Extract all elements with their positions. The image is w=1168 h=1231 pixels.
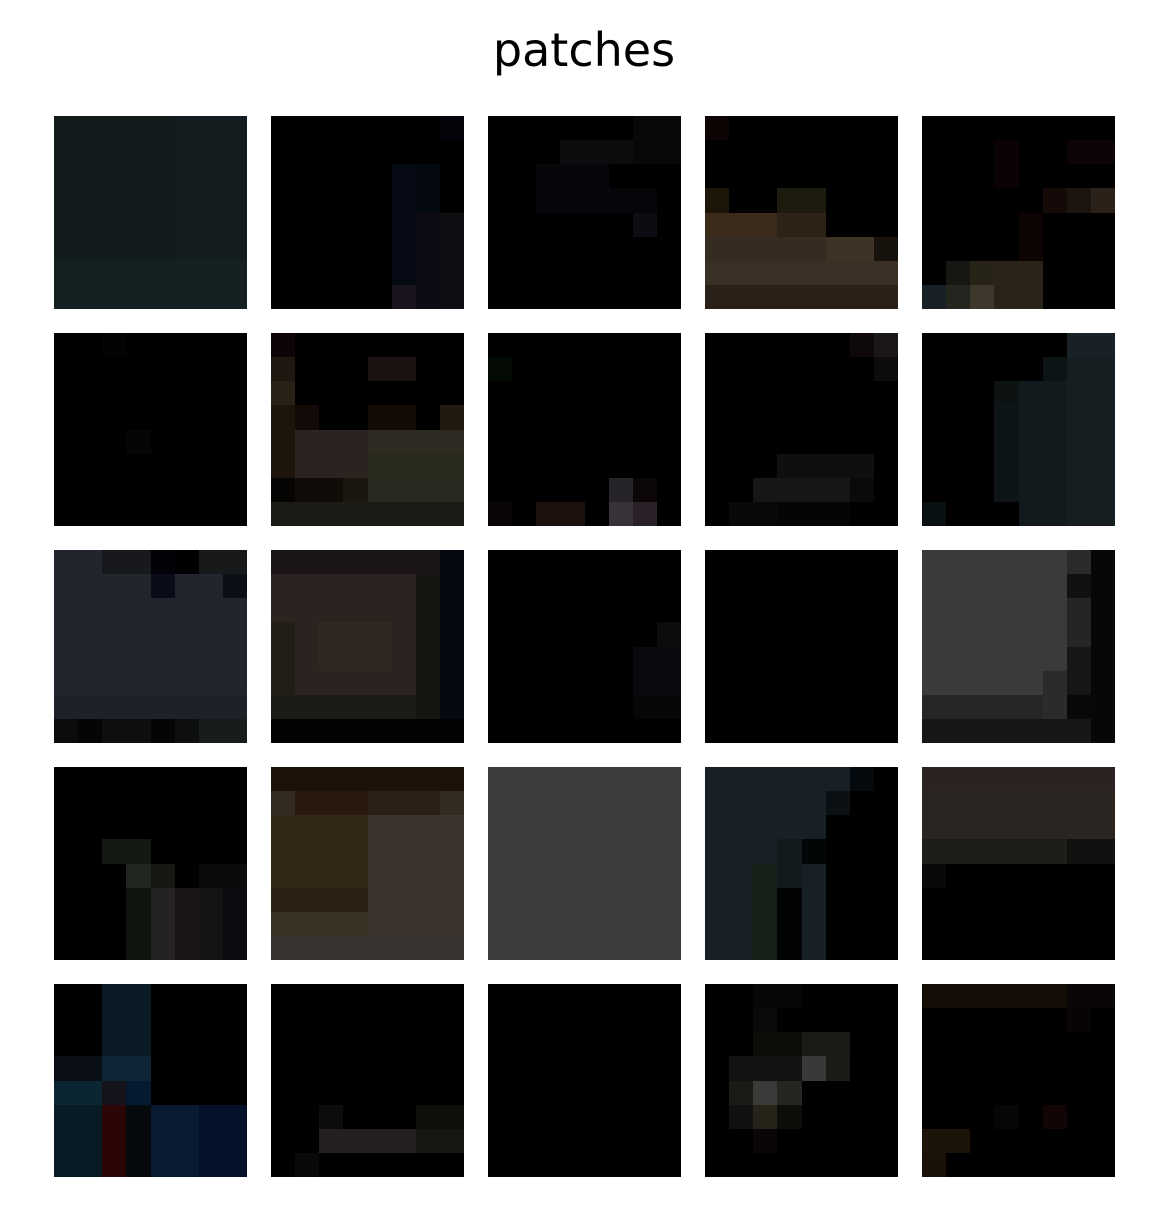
image-patch-r5c5: [922, 984, 1115, 1177]
image-patch-r4c1: [54, 767, 247, 960]
patch-grid: [54, 116, 1115, 1177]
image-patch-r4c2: [271, 767, 464, 960]
image-patch-r5c4: [705, 984, 898, 1177]
image-patch-r2c5: [922, 333, 1115, 526]
image-patch-r2c2: [271, 333, 464, 526]
figure-title: patches: [492, 23, 676, 77]
image-patch-r4c3: [488, 767, 681, 960]
image-patch-r1c3: [488, 116, 681, 309]
image-patch-r1c5: [922, 116, 1115, 309]
image-patch-r1c4: [705, 116, 898, 309]
image-patch-r3c1: [54, 550, 247, 743]
image-patch-r3c3: [488, 550, 681, 743]
image-patch-r2c3: [488, 333, 681, 526]
image-patch-r4c4: [705, 767, 898, 960]
image-patch-r2c4: [705, 333, 898, 526]
image-patch-r3c2: [271, 550, 464, 743]
image-patch-r5c3: [488, 984, 681, 1177]
image-patch-r5c1: [54, 984, 247, 1177]
image-patch-r5c2: [271, 984, 464, 1177]
image-patch-r1c1: [54, 116, 247, 309]
image-patch-r1c2: [271, 116, 464, 309]
image-patch-r3c4: [705, 550, 898, 743]
image-patch-r4c5: [922, 767, 1115, 960]
image-patch-r2c1: [54, 333, 247, 526]
image-patch-r3c5: [922, 550, 1115, 743]
